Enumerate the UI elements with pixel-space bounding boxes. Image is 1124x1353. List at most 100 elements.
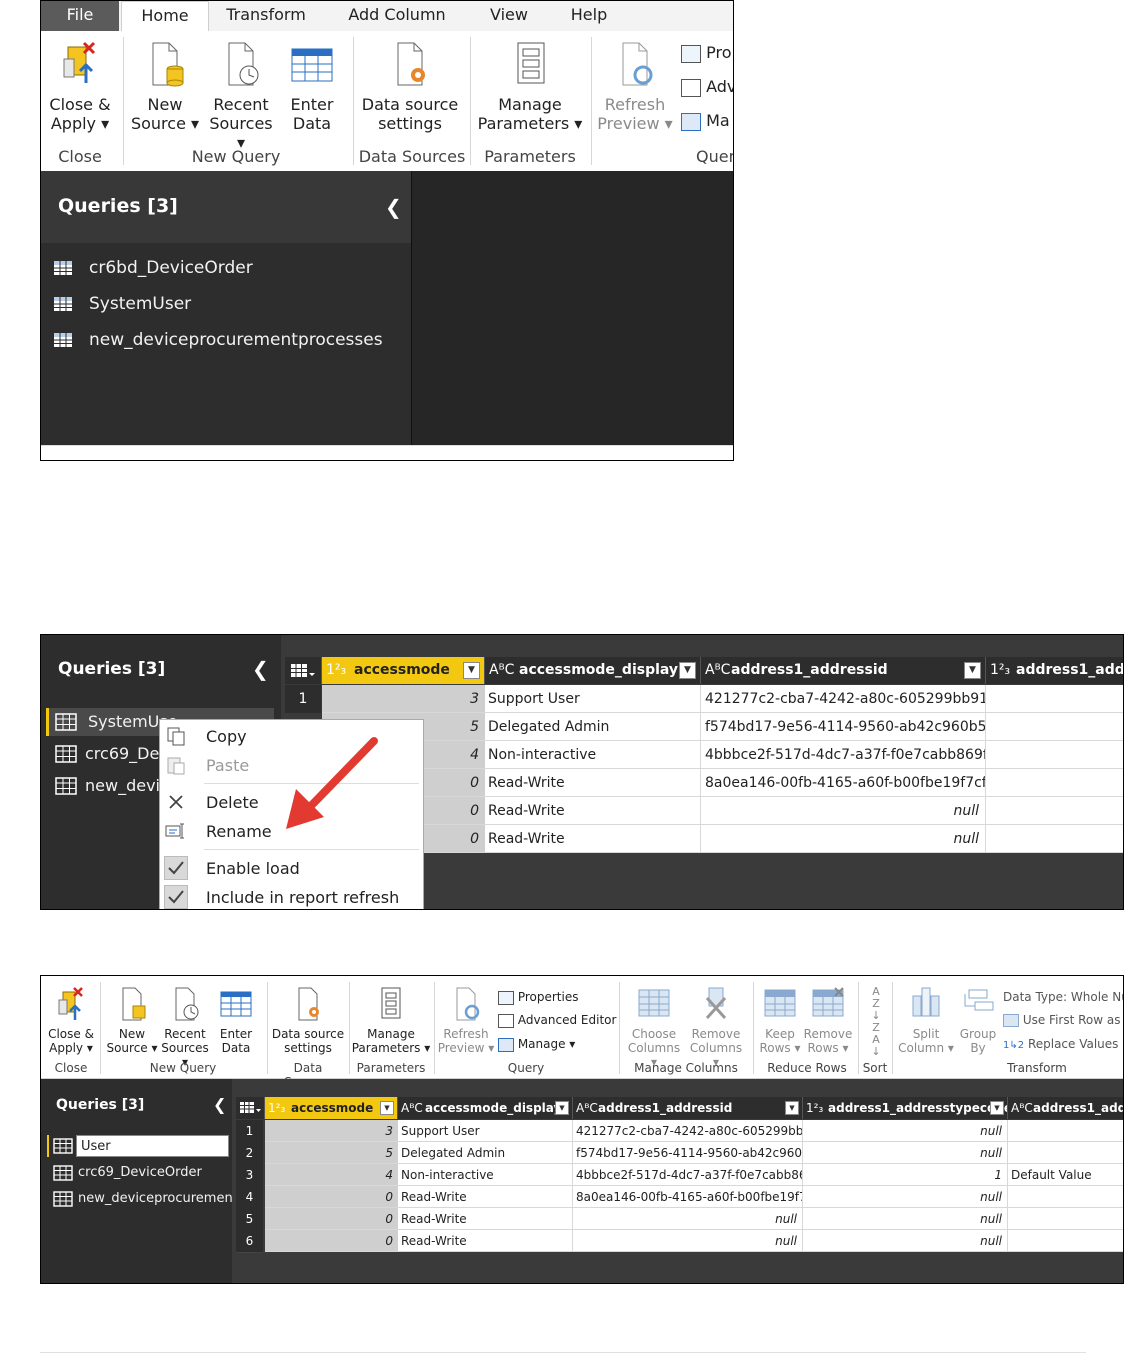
grid-cell[interactable]: 421277c2-cba7-4242-a80c-605299bb91e7 [573, 1120, 803, 1142]
grid-cell[interactable]: 4bbbce2f-517d-4dc7-a37f-f0e7cabb869f [701, 741, 986, 769]
grid-cell[interactable]: null [701, 797, 986, 825]
grid-cell[interactable]: Read-Write [485, 797, 701, 825]
rename-query-input[interactable] [76, 1135, 229, 1157]
table-menu-icon[interactable] [285, 657, 322, 684]
grid-cell[interactable] [986, 741, 1123, 769]
table-menu-icon[interactable] [236, 1097, 265, 1119]
grid-cell[interactable]: null [701, 825, 986, 853]
column-header-address1-addressid[interactable]: AᴮC address1_addressid ▼ [573, 1097, 803, 1119]
grid-cell[interactable]: Support User [485, 685, 701, 713]
column-header-address1-addresstypecode[interactable]: 1²₃ address1_addresstypecode ▼ [803, 1097, 1008, 1119]
grid-cell[interactable]: Non-interactive [398, 1164, 573, 1186]
grid-cell[interactable] [1008, 1186, 1123, 1208]
filter-dropdown-icon[interactable]: ▼ [380, 1101, 394, 1115]
grid-cell[interactable]: Delegated Admin [398, 1142, 573, 1164]
data-source-settings-button[interactable]: Data source settings [269, 986, 347, 1055]
column-header-accessmode-display[interactable]: AᴮC accessmode_display ▼ [398, 1097, 573, 1119]
grid-cell[interactable]: 5 [265, 1142, 398, 1164]
data-type-dropdown[interactable]: Data Type: Whole Num [1003, 990, 1123, 1004]
properties-button[interactable]: Properties [498, 990, 578, 1005]
grid-cell[interactable]: null [803, 1230, 1008, 1252]
new-source-button[interactable]: New Source ▾ [103, 986, 161, 1055]
grid-cell[interactable]: Read-Write [485, 769, 701, 797]
grid-cell[interactable] [1008, 1230, 1123, 1252]
enter-data-button[interactable]: Enter Data [213, 986, 259, 1055]
split-column-button[interactable]: Split Column ▾ [895, 986, 957, 1055]
grid-cell[interactable] [1008, 1142, 1123, 1164]
new-source-button[interactable]: New Source ▾ [129, 39, 201, 133]
column-header-address1-address[interactable]: 1²₃ address1_addres [986, 657, 1123, 684]
grid-cell[interactable]: null [803, 1120, 1008, 1142]
grid-cell[interactable] [1008, 1208, 1123, 1230]
collapse-pane-icon[interactable]: ❮ [213, 1095, 226, 1114]
choose-columns-button[interactable]: Choose Columns ▾ [623, 986, 685, 1069]
refresh-preview-button[interactable]: Refresh Preview ▾ [595, 39, 675, 133]
tab-file[interactable]: File [41, 1, 119, 31]
column-header-accessmode-display[interactable]: AᴮC accessmode_display ▼ [485, 657, 701, 684]
advanced-editor-button[interactable]: Adv [681, 77, 733, 97]
grid-cell[interactable]: Default Value [1008, 1164, 1123, 1186]
manage-button[interactable]: Manage ▾ [498, 1037, 575, 1052]
grid-cell[interactable]: f574bd17-9e56-4114-9560-ab42c960b5fa [701, 713, 986, 741]
grid-cell[interactable] [986, 825, 1123, 853]
grid-cell[interactable]: 3 [265, 1120, 398, 1142]
remove-columns-button[interactable]: Remove Columns ▾ [685, 986, 747, 1069]
filter-dropdown-icon[interactable]: ▼ [679, 662, 696, 679]
sort-descending-icon[interactable]: Z A ↓ [865, 1022, 887, 1058]
keep-rows-button[interactable]: Keep Rows ▾ [757, 986, 803, 1055]
grid-cell[interactable]: Read-Write [398, 1208, 573, 1230]
menu-item-include-refresh[interactable]: Include in report refresh [160, 883, 425, 909]
manage-button[interactable]: Ma [681, 111, 730, 131]
manage-parameters-button[interactable]: Manage Parameters ▾ [475, 39, 585, 133]
grid-cell[interactable] [986, 713, 1123, 741]
filter-dropdown-icon[interactable]: ▼ [990, 1101, 1004, 1115]
grid-cell[interactable]: Support User [398, 1120, 573, 1142]
tab-transform[interactable]: Transform [211, 1, 321, 31]
collapse-pane-icon[interactable]: ❮ [252, 657, 269, 681]
grid-cell[interactable]: 1 [803, 1164, 1008, 1186]
grid-cell[interactable]: null [803, 1208, 1008, 1230]
grid-cell[interactable] [986, 769, 1123, 797]
grid-cell[interactable]: Delegated Admin [485, 713, 701, 741]
grid-cell[interactable]: Read-Write [398, 1186, 573, 1208]
tab-home[interactable]: Home [121, 1, 209, 33]
close-apply-button[interactable]: Close & Apply ▾ [45, 39, 115, 133]
tab-help[interactable]: Help [551, 1, 627, 31]
tab-add-column[interactable]: Add Column [331, 1, 463, 31]
manage-parameters-button[interactable]: Manage Parameters ▾ [351, 986, 431, 1055]
grid-cell[interactable]: null [803, 1142, 1008, 1164]
refresh-preview-button[interactable]: Refresh Preview ▾ [437, 986, 495, 1055]
grid-cell[interactable]: null [573, 1230, 803, 1252]
replace-values-button[interactable]: 1↳2 Replace Values [1003, 1037, 1118, 1051]
query-item-renaming[interactable] [47, 1135, 229, 1157]
grid-cell[interactable]: 4bbbce2f-517d-4dc7-a37f-f0e7cabb869f [573, 1164, 803, 1186]
filter-dropdown-icon[interactable]: ▼ [785, 1101, 799, 1115]
data-source-settings-button[interactable]: Data source settings [357, 39, 463, 133]
column-header-accessmode[interactable]: 1²₃ accessmode ▼ [322, 657, 485, 684]
grid-cell[interactable]: null [573, 1208, 803, 1230]
grid-cell[interactable]: 0 [265, 1230, 398, 1252]
group-by-button[interactable]: Group By [953, 986, 1003, 1055]
remove-rows-button[interactable]: Remove Rows ▾ [803, 986, 853, 1055]
grid-cell[interactable]: Non-interactive [485, 741, 701, 769]
sort-ascending-icon[interactable]: A Z ↓ [865, 986, 887, 1022]
close-apply-button[interactable]: Close & Apply ▾ [45, 986, 97, 1055]
filter-dropdown-icon[interactable]: ▼ [555, 1101, 569, 1115]
recent-sources-button[interactable]: Recent Sources ▾ [159, 986, 211, 1069]
grid-cell[interactable] [1008, 1120, 1123, 1142]
filter-dropdown-icon[interactable]: ▼ [964, 662, 981, 679]
grid-cell[interactable]: 8a0ea146-00fb-4165-a60f-b00fbe19f7cf [573, 1186, 803, 1208]
recent-sources-button[interactable]: Recent Sources ▾ [203, 39, 279, 152]
use-first-row-button[interactable]: Use First Row as H [1003, 1013, 1123, 1027]
grid-cell[interactable]: null [803, 1186, 1008, 1208]
grid-cell[interactable]: 4 [265, 1164, 398, 1186]
grid-cell[interactable] [986, 797, 1123, 825]
grid-cell[interactable]: 3 [322, 685, 485, 713]
grid-cell[interactable] [986, 685, 1123, 713]
column-header-address1-address[interactable]: AᴮC address1_addres [1008, 1097, 1123, 1119]
collapse-pane-icon[interactable]: ❮ [385, 195, 402, 219]
enter-data-button[interactable]: Enter Data [279, 39, 345, 133]
column-header-address1-addressid[interactable]: AᴮC address1_addressid ▼ [701, 657, 986, 684]
grid-cell[interactable]: 0 [265, 1208, 398, 1230]
grid-cell[interactable]: 0 [265, 1186, 398, 1208]
